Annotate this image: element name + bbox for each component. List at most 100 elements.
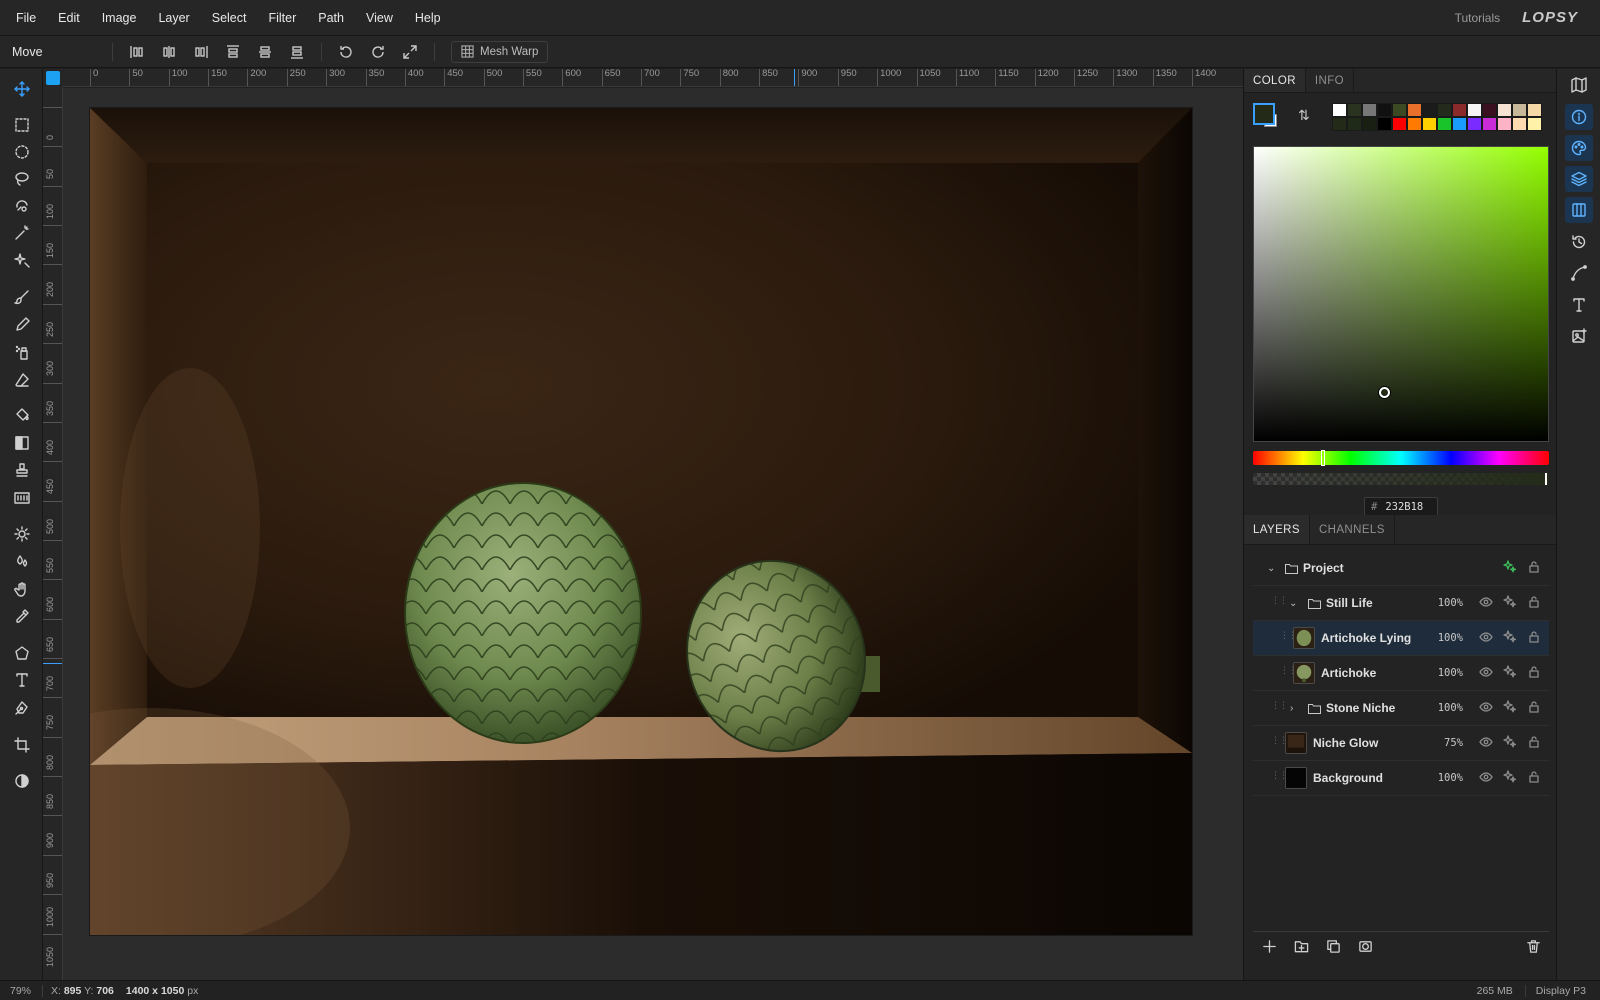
effects-toggle[interactable]	[1503, 594, 1517, 612]
layer-row-niche-glow[interactable]: ⋮⋮ Niche Glow 75%	[1253, 726, 1549, 761]
lasso-tool[interactable]	[8, 166, 36, 192]
swap-colors-icon[interactable]: ⇅	[1298, 107, 1310, 124]
contrast-tool[interactable]	[8, 768, 36, 794]
foreground-color-swatch[interactable]	[1253, 103, 1275, 125]
palette-swatch[interactable]	[1497, 117, 1512, 131]
crop-tool[interactable]	[8, 732, 36, 758]
palette-swatch[interactable]	[1452, 117, 1467, 131]
visibility-toggle[interactable]	[1479, 770, 1493, 787]
layer-row-stone-niche[interactable]: ⋮⋮ › Stone Niche 100%	[1253, 691, 1549, 726]
palette-swatch[interactable]	[1527, 117, 1542, 131]
drag-handle-icon[interactable]: ⋮⋮	[1271, 736, 1288, 748]
align-left-button[interactable]	[121, 39, 153, 65]
saturation-value-picker[interactable]	[1253, 146, 1549, 442]
drag-handle-icon[interactable]: ⋮⋮	[1271, 701, 1288, 713]
layer-opacity[interactable]: 100%	[1438, 667, 1463, 679]
effects-toggle[interactable]	[1503, 629, 1517, 647]
layer-row-background[interactable]: ⋮⋮ Background 100%	[1253, 761, 1549, 796]
spray-tool[interactable]	[8, 339, 36, 365]
lock-toggle[interactable]	[1527, 665, 1541, 682]
lock-toggle[interactable]	[1527, 595, 1541, 612]
layer-opacity[interactable]: 100%	[1438, 597, 1463, 609]
palette-swatch[interactable]	[1467, 103, 1482, 117]
tutorials-link[interactable]: Tutorials	[1455, 11, 1501, 25]
palette-swatch[interactable]	[1422, 117, 1437, 131]
ellipse-select-tool[interactable]	[8, 139, 36, 165]
color-profile[interactable]: Display P3	[1524, 984, 1600, 997]
lock-toggle[interactable]	[1527, 735, 1541, 752]
horizontal-ruler[interactable]: 0 50 100 150 200 250 300 350 400 450 500 550 600 650 7…	[63, 69, 1243, 87]
quick-select-tool[interactable]	[8, 247, 36, 273]
tab-info[interactable]: INFO	[1306, 69, 1354, 92]
alpha-slider-handle[interactable]	[1545, 473, 1547, 485]
menu-help[interactable]: Help	[404, 0, 452, 36]
align-top-button[interactable]	[217, 39, 249, 65]
effects-toggle[interactable]	[1503, 559, 1517, 577]
brush-tool[interactable]	[8, 284, 36, 310]
layer-row-artichoke[interactable]: ⋮⋮ Artichoke 100%	[1253, 656, 1549, 691]
palette-swatch[interactable]	[1407, 103, 1422, 117]
effects-toggle[interactable]	[1503, 699, 1517, 717]
palette-swatch[interactable]	[1467, 117, 1482, 131]
move-tool[interactable]	[8, 76, 36, 102]
palette-swatch[interactable]	[1347, 117, 1362, 131]
palette-swatch[interactable]	[1452, 103, 1467, 117]
menu-path[interactable]: Path	[307, 0, 355, 36]
effects-toggle[interactable]	[1503, 769, 1517, 787]
tab-channels[interactable]: CHANNELS	[1310, 515, 1395, 544]
layer-opacity[interactable]: 100%	[1438, 702, 1463, 714]
palette-swatch[interactable]	[1437, 103, 1452, 117]
visibility-toggle[interactable]	[1479, 595, 1493, 612]
effects-toggle[interactable]	[1503, 664, 1517, 682]
palette-swatch[interactable]	[1482, 117, 1497, 131]
mesh-warp-button[interactable]: Mesh Warp	[451, 40, 549, 63]
rotate-left-button[interactable]	[330, 39, 362, 65]
layers-panel-button[interactable]	[1565, 166, 1593, 192]
palette-swatch[interactable]	[1497, 103, 1512, 117]
rect-select-tool[interactable]	[8, 112, 36, 138]
menu-image[interactable]: Image	[91, 0, 148, 36]
align-center-h-button[interactable]	[153, 39, 185, 65]
visibility-toggle[interactable]	[1479, 630, 1493, 647]
align-middle-button[interactable]	[249, 39, 281, 65]
palette-swatch[interactable]	[1512, 103, 1527, 117]
palette-swatch[interactable]	[1512, 117, 1527, 131]
menu-filter[interactable]: Filter	[257, 0, 307, 36]
drag-handle-icon[interactable]: ⋮⋮	[1280, 666, 1297, 678]
fill-tool[interactable]	[8, 402, 36, 428]
chevron-down-icon[interactable]: ⌄	[1267, 563, 1275, 574]
hand-tool[interactable]	[8, 576, 36, 602]
stamp-tool[interactable]	[8, 457, 36, 483]
palette-swatch[interactable]	[1392, 103, 1407, 117]
align-bottom-button[interactable]	[281, 39, 313, 65]
align-right-button[interactable]	[185, 39, 217, 65]
palette-swatch[interactable]	[1392, 117, 1407, 131]
lock-toggle[interactable]	[1527, 560, 1541, 577]
character-panel-button[interactable]	[1565, 292, 1593, 318]
menu-edit[interactable]: Edit	[47, 0, 91, 36]
color-picker-handle[interactable]	[1378, 387, 1390, 399]
magnetic-lasso-tool[interactable]	[8, 193, 36, 219]
navigator-panel-button[interactable]	[1565, 72, 1593, 98]
visibility-toggle[interactable]	[1479, 735, 1493, 752]
image-panel-button[interactable]	[1565, 323, 1593, 349]
palette-swatch[interactable]	[1377, 103, 1392, 117]
text-tool[interactable]	[8, 667, 36, 693]
history-panel-button[interactable]	[1565, 229, 1593, 255]
hue-slider[interactable]	[1253, 450, 1549, 466]
layer-row-artichoke-lying[interactable]: ⋮⋮ Artichoke Lying 100%	[1253, 621, 1549, 656]
ruler-origin-marker[interactable]	[46, 71, 60, 85]
hex-input[interactable]: # 232B18	[1364, 497, 1438, 517]
visibility-toggle[interactable]	[1479, 700, 1493, 717]
tab-layers[interactable]: LAYERS	[1244, 515, 1310, 544]
alpha-slider[interactable]	[1253, 473, 1549, 485]
menu-file[interactable]: File	[0, 0, 47, 36]
palette-swatch[interactable]	[1362, 103, 1377, 117]
hue-slider-handle[interactable]	[1321, 450, 1326, 466]
palette-swatch[interactable]	[1482, 103, 1497, 117]
document-canvas[interactable]	[90, 108, 1192, 935]
expand-button[interactable]	[394, 39, 426, 65]
zoom-level[interactable]: 79%	[0, 985, 42, 997]
delete-layer-button[interactable]	[1517, 934, 1549, 960]
visibility-toggle[interactable]	[1479, 665, 1493, 682]
